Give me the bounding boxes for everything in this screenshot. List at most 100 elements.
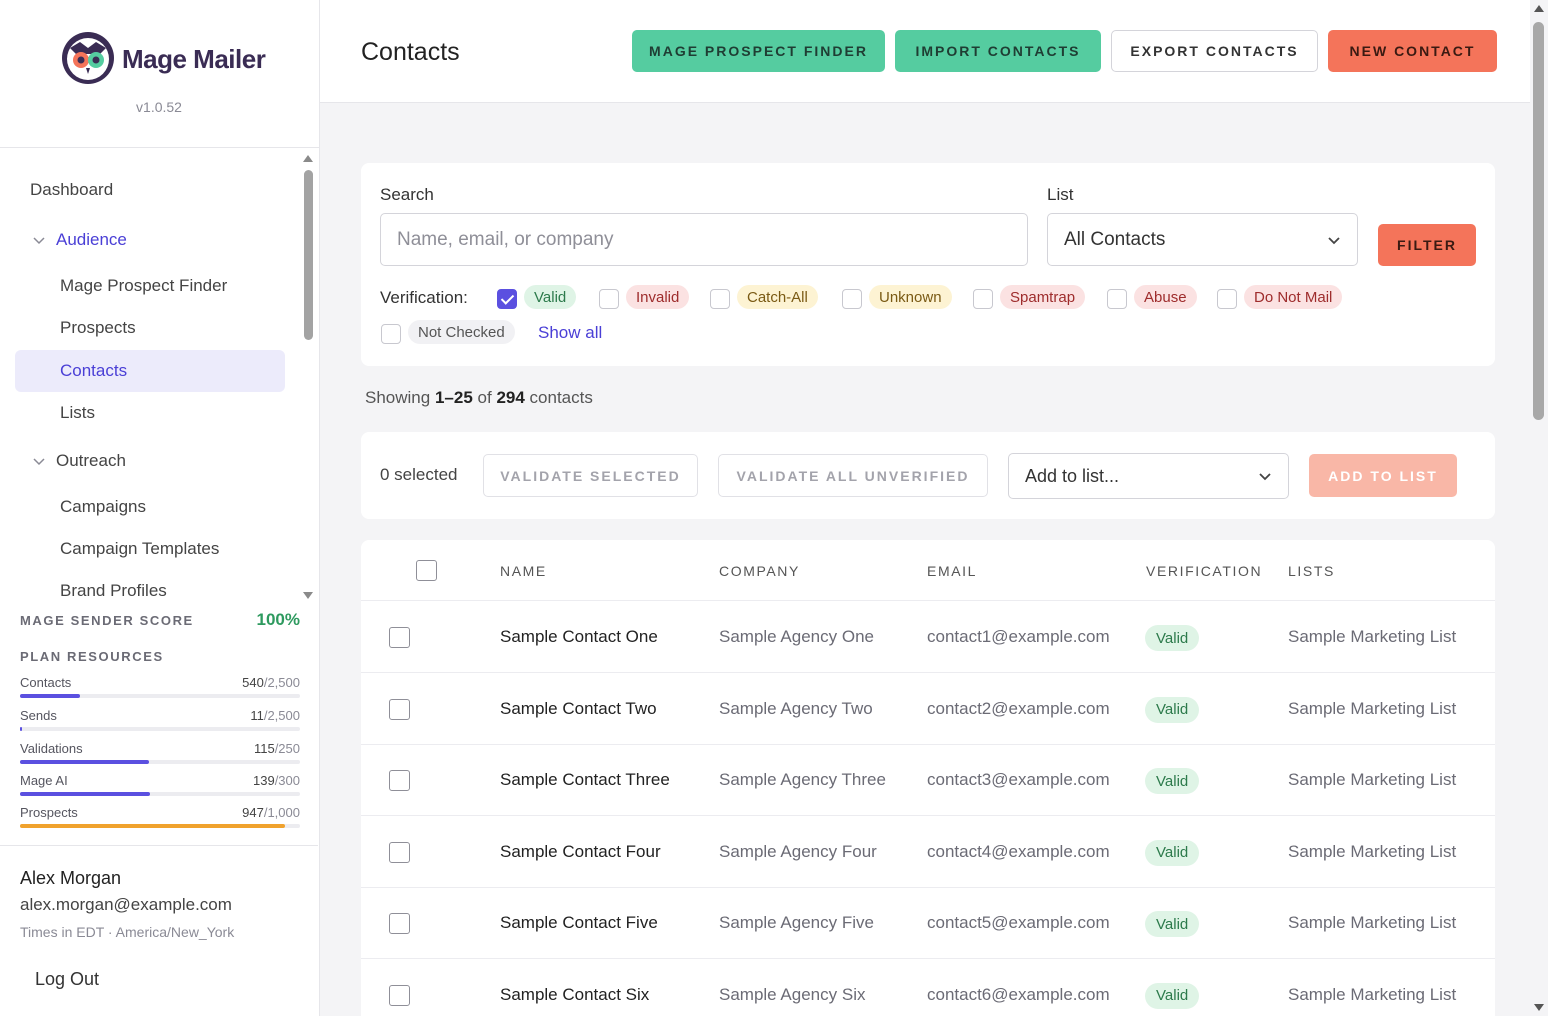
add-to-list-select[interactable]: Add to list... [1008,453,1289,499]
filter-button[interactable]: FILTER [1378,224,1476,266]
summary-total: 294 [496,388,525,407]
add-to-list-button[interactable]: ADD TO LIST [1309,454,1457,497]
validate-all-unverified-button[interactable]: VALIDATE ALL UNVERIFIED [718,454,988,497]
new-contact-button[interactable]: NEW CONTACT [1328,30,1497,72]
user-email: alex.morgan@example.com [20,895,232,914]
contact-lists: Sample Marketing List [1288,770,1457,789]
brand-name: Mage Mailer [122,44,266,74]
verification-badge: Valid [1145,768,1200,794]
verification-pill-valid: Valid [524,285,577,309]
contact-company: Sample Agency Six [719,984,866,1004]
row-checkbox[interactable] [389,984,410,1006]
user-block: Alex Morgan alex.morgan@example.com Time… [0,845,318,1016]
verification-checkbox-spamtrap[interactable] [973,289,993,309]
sidebar-item-dashboard[interactable]: Dashboard [30,180,113,200]
contacts-table: NAME COMPANY EMAIL VERIFICATION LISTS Sa… [361,540,1495,1016]
resource-progress-bar [20,792,300,796]
contact-company: Sample Agency Two [719,698,873,718]
sidebar-group-label: Audience [56,230,127,249]
logout-link[interactable]: Log Out [35,969,99,990]
table-row[interactable]: Sample Contact Four Sample Agency Four con… [361,816,1495,888]
table-row[interactable]: Sample Contact Five Sample Agency Five con… [361,887,1495,959]
select-all-checkbox[interactable] [416,560,437,581]
column-header-name[interactable]: NAME [500,563,547,579]
table-row[interactable]: Sample Contact Six Sample Agency Six conta… [361,959,1495,1016]
contact-name[interactable]: Sample Contact Four [500,842,661,862]
table-row[interactable]: Sample Contact Two Sample Agency Two conta… [361,673,1495,745]
resource-row: Mage AI 139/300 [20,773,300,788]
contact-lists: Sample Marketing List [1288,913,1457,932]
row-checkbox[interactable] [389,841,410,863]
sidebar-group-audience[interactable]: Audience [32,230,127,250]
resource-row: Prospects 947/1,000 [20,805,300,820]
contact-name[interactable]: Sample Contact Six [500,985,649,1005]
summary-suffix: contacts [529,388,593,407]
verification-checkbox-not-checked[interactable] [381,324,401,344]
verification-pill-not-checked: Not Checked [408,320,515,344]
sidebar-item-contacts[interactable]: Contacts [60,361,127,381]
sidebar-item-campaigns[interactable]: Campaigns [60,497,146,517]
mage-prospect-finder-button[interactable]: MAGE PROSPECT FINDER [632,30,885,72]
verification-checkbox-valid[interactable] [497,289,517,309]
search-input[interactable] [380,213,1028,266]
row-checkbox[interactable] [389,913,410,934]
resource-limit: /250 [274,741,300,756]
sidebar-item-mage-prospect-finder[interactable]: Mage Prospect Finder [60,276,227,296]
nav-scroll-up-arrow-icon[interactable] [303,155,313,162]
resource-progress-fill [20,760,149,764]
contact-name[interactable]: Sample Contact Three [500,770,670,790]
resource-progress-bar [20,824,300,828]
table-row[interactable]: Sample Contact One Sample Agency One conta… [361,601,1495,673]
sidebar-item-brand-profiles[interactable]: Brand Profiles [60,581,167,600]
sidebar-group-outreach[interactable]: Outreach [32,451,126,471]
sidebar-item-campaign-templates[interactable]: Campaign Templates [60,539,219,559]
row-checkbox[interactable] [389,627,410,648]
contact-lists: Sample Marketing List [1288,698,1457,718]
bulk-actions-bar: 0 selected VALIDATE SELECTED VALIDATE AL… [361,432,1495,519]
nav-scrollbar-thumb[interactable] [304,170,313,340]
contact-email: contact2@example.com [927,698,1110,718]
validate-selected-button[interactable]: VALIDATE SELECTED [483,454,698,497]
scroll-up-arrow-icon[interactable] [1534,5,1544,12]
row-checkbox[interactable] [389,698,410,720]
table-row[interactable]: Sample Contact Three Sample Agency Three c… [361,744,1495,816]
verification-pill-unknown: Unknown [869,285,952,309]
export-contacts-button[interactable]: EXPORT CONTACTS [1111,30,1318,72]
table-header: NAME COMPANY EMAIL VERIFICATION LISTS [361,540,1495,601]
contact-email: contact3@example.com [927,770,1110,789]
resource-label: Sends [20,708,57,723]
verification-checkbox-unknown[interactable] [842,289,862,309]
main-scrollbar-thumb[interactable] [1533,22,1544,420]
show-all-link[interactable]: Show all [538,323,602,343]
verification-checkbox-do-not-mail[interactable] [1217,289,1237,309]
contact-name[interactable]: Sample Contact One [500,627,658,647]
filter-panel: Search List All Contacts FILTER Verifica… [361,163,1495,366]
verification-checkbox-abuse[interactable] [1107,289,1127,309]
resource-used: 139 [252,773,275,788]
sender-score-label: MAGE SENDER SCORE [20,612,194,628]
column-header-email[interactable]: EMAIL [927,563,977,579]
brand-header: Mage Mailer v1.0.52 [0,0,319,148]
contact-name[interactable]: Sample Contact Five [500,913,658,933]
row-checkbox[interactable] [389,770,410,791]
contact-name[interactable]: Sample Contact Two [500,699,657,719]
list-select[interactable]: All Contacts [1047,213,1358,266]
column-header-verification[interactable]: VERIFICATION [1146,563,1262,579]
import-contacts-button[interactable]: IMPORT CONTACTS [895,30,1101,72]
nav-scroll-down-arrow-icon[interactable] [303,592,313,599]
resource-progress-bar [20,694,300,698]
sidebar-nav: Dashboard Audience Mage Prospect Finder … [0,152,318,600]
owl-logo-icon [62,32,114,84]
contact-email: contact4@example.com [927,841,1110,861]
resource-used: 540 [242,675,264,690]
column-header-lists[interactable]: LISTS [1288,563,1335,579]
plan-resource-validations: Validations 115/250 [20,741,300,771]
verification-checkbox-invalid[interactable] [599,289,619,309]
contact-company: Sample Agency Four [719,841,877,861]
column-header-company[interactable]: COMPANY [719,563,800,579]
sidebar-item-lists[interactable]: Lists [60,403,95,423]
scroll-down-arrow-icon[interactable] [1534,1004,1544,1011]
sidebar-item-prospects[interactable]: Prospects [60,318,136,338]
verification-checkbox-catch-all[interactable] [710,289,730,309]
list-label: List [1047,185,1074,204]
